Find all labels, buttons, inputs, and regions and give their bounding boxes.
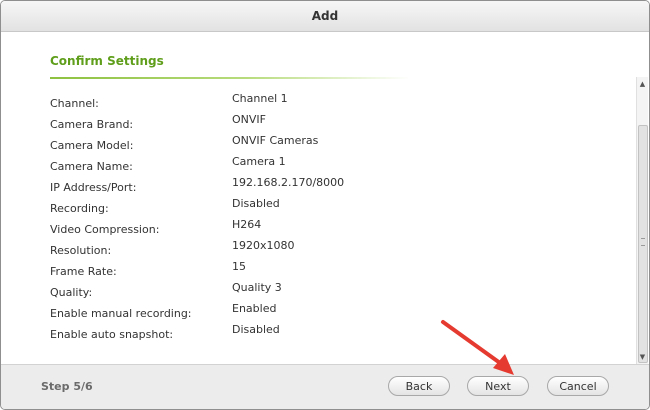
setting-label: Recording:	[50, 202, 109, 215]
setting-row-auto-snapshot: Enable auto snapshot: Disabled	[50, 323, 610, 343]
setting-value: 1920x1080	[232, 239, 295, 252]
setting-label: Camera Name:	[50, 160, 133, 173]
back-button[interactable]: Back	[388, 376, 450, 396]
add-dialog: Add Confirm Settings Channel: Channel 1 …	[0, 0, 650, 410]
section-divider	[50, 77, 410, 79]
setting-row-video-compression: Video Compression: H264	[50, 218, 610, 238]
setting-label: Frame Rate:	[50, 265, 117, 278]
setting-row-frame-rate: Frame Rate: 15	[50, 260, 610, 280]
setting-label: Quality:	[50, 286, 93, 299]
setting-label: IP Address/Port:	[50, 181, 137, 194]
setting-value: ONVIF Cameras	[232, 134, 319, 147]
setting-row-recording: Recording: Disabled	[50, 197, 610, 217]
setting-value: Channel 1	[232, 92, 288, 105]
setting-value: Camera 1	[232, 155, 286, 168]
setting-value: 192.168.2.170/8000	[232, 176, 345, 189]
setting-value: Quality 3	[232, 281, 282, 294]
setting-row-camera-brand: Camera Brand: ONVIF	[50, 113, 610, 133]
dialog-content: Confirm Settings Channel: Channel 1 Came…	[1, 32, 637, 365]
setting-value: Enabled	[232, 302, 277, 315]
dialog-title: Add	[1, 1, 649, 32]
setting-label: Enable auto snapshot:	[50, 328, 174, 341]
setting-label: Video Compression:	[50, 223, 160, 236]
cancel-button[interactable]: Cancel	[547, 376, 609, 396]
grip-icon	[641, 238, 645, 246]
setting-label: Camera Brand:	[50, 118, 134, 131]
section-title: Confirm Settings	[50, 54, 164, 68]
scroll-up-arrow-icon[interactable]: ▲	[637, 79, 648, 90]
dialog-footer: Step 5/6 Back Next Cancel	[1, 364, 649, 409]
setting-label: Channel:	[50, 97, 99, 110]
setting-value: Disabled	[232, 197, 280, 210]
setting-label: Resolution:	[50, 244, 112, 257]
setting-label: Camera Model:	[50, 139, 134, 152]
setting-row-camera-name: Camera Name: Camera 1	[50, 155, 610, 175]
setting-row-camera-model: Camera Model: ONVIF Cameras	[50, 134, 610, 154]
vertical-scrollbar[interactable]: ▲ ▼	[636, 77, 648, 365]
setting-value: ONVIF	[232, 113, 266, 126]
setting-row-channel: Channel: Channel 1	[50, 92, 610, 112]
setting-value: H264	[232, 218, 262, 231]
step-indicator: Step 5/6	[41, 380, 93, 393]
setting-value: Disabled	[232, 323, 280, 336]
setting-value: 15	[232, 260, 246, 273]
setting-row-ip-address: IP Address/Port: 192.168.2.170/8000	[50, 176, 610, 196]
scroll-down-arrow-icon[interactable]: ▼	[637, 352, 648, 363]
setting-row-quality: Quality: Quality 3	[50, 281, 610, 301]
setting-row-manual-recording: Enable manual recording: Enabled	[50, 302, 610, 322]
setting-row-resolution: Resolution: 1920x1080	[50, 239, 610, 259]
next-button[interactable]: Next	[467, 376, 529, 396]
scrollbar-thumb[interactable]	[638, 125, 648, 363]
setting-label: Enable manual recording:	[50, 307, 192, 320]
